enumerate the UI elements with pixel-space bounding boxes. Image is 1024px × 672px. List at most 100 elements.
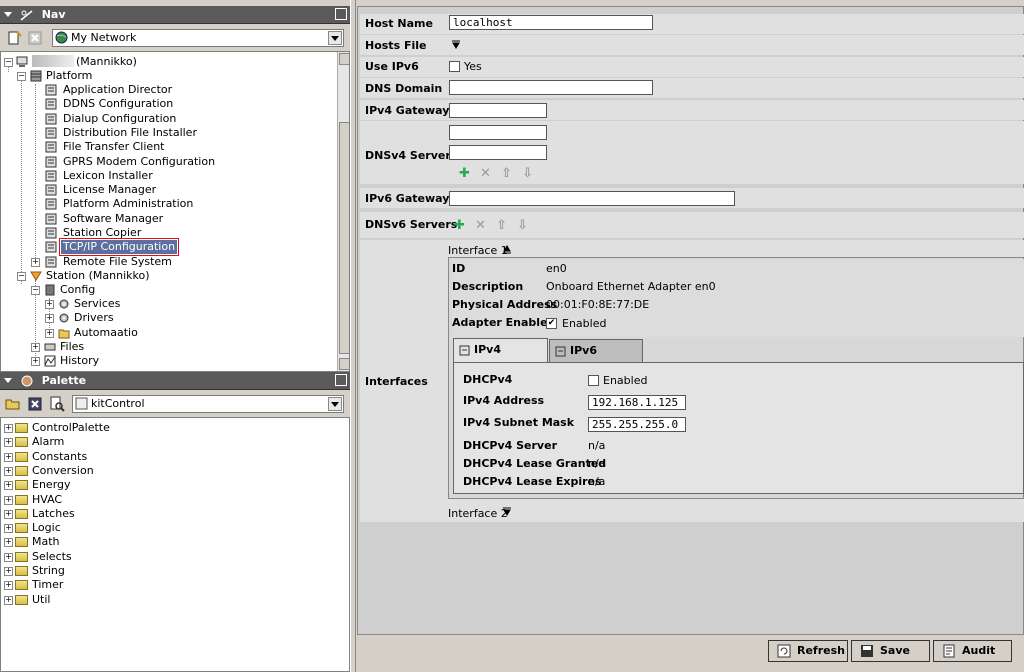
expand-toggle[interactable]: + (4, 581, 13, 591)
expand-toggle[interactable]: + (45, 314, 54, 324)
expand-toggle[interactable]: + (31, 357, 40, 366)
collapse-arrow-icon[interactable] (4, 12, 12, 17)
save-button[interactable]: Save (851, 640, 930, 662)
refresh-label: Refresh (797, 644, 845, 657)
delete-icon[interactable] (27, 30, 43, 46)
gear-icon (59, 313, 69, 323)
expand-down-icon[interactable] (451, 40, 461, 50)
interface2-label[interactable]: Interface 2 (448, 507, 508, 520)
audit-button[interactable]: Audit (933, 640, 1012, 662)
expand-toggle[interactable]: + (4, 538, 13, 548)
palette-header: Palette (0, 372, 350, 390)
folder-icon (15, 551, 28, 562)
expand-toggle[interactable]: + (4, 509, 13, 519)
dropdown-icon[interactable] (328, 397, 342, 411)
refresh-button[interactable]: Refresh (768, 640, 848, 662)
dropdown-icon[interactable] (328, 31, 342, 45)
expand-toggle[interactable]: + (4, 452, 13, 462)
expand-toggle[interactable]: + (4, 595, 13, 605)
collapse-toggle[interactable]: − (4, 58, 13, 67)
remove-icon[interactable]: ✕ (480, 166, 491, 181)
expand-toggle[interactable]: + (31, 257, 40, 267)
close-palette-icon[interactable] (27, 396, 43, 412)
host-name-input[interactable]: localhost (449, 15, 653, 30)
palette-folder-label: Logic (32, 521, 61, 535)
tree-node-label: Application Director (63, 83, 173, 96)
tree-node-label: Dialup Configuration (63, 111, 177, 125)
palette-folder-label: String (32, 564, 65, 577)
expand-toggle[interactable]: + (4, 481, 13, 491)
nav-scrollbar[interactable] (337, 52, 349, 371)
open-folder-icon[interactable] (5, 396, 21, 412)
dhcpv4-granted-value: n/a (588, 457, 606, 470)
collapse-toggle[interactable]: − (31, 286, 40, 295)
dns-domain-label: DNS Domain (365, 82, 443, 95)
collapse-arrow-icon[interactable] (4, 378, 12, 383)
palette-folder-label: Math (32, 535, 60, 549)
tree-node-label: Remote File System (63, 254, 172, 268)
adapter-enabled-label: Adapter Enabled (452, 316, 556, 329)
hosts-file-label: Hosts File (365, 39, 427, 52)
dhcpv4-checkbox[interactable] (588, 375, 599, 386)
expand-toggle[interactable]: + (4, 552, 13, 562)
tab-ipv4-settings[interactable]: IPv4 Settings (453, 338, 548, 378)
palette-folder-label: Conversion (32, 463, 94, 477)
expand-toggle[interactable]: + (4, 495, 13, 505)
use-ipv6-checkbox[interactable] (449, 61, 460, 72)
palette-folder-label: HVAC (32, 492, 63, 506)
dnsv4-server-input-1[interactable] (449, 125, 547, 140)
files-icon (44, 343, 56, 351)
move-up-icon[interactable]: ⇧ (501, 166, 512, 181)
description-label: Description (452, 280, 524, 293)
move-down-icon[interactable]: ⇩ (517, 218, 528, 233)
tree-node-label: GPRS Modem Configuration (63, 154, 216, 168)
expand-toggle[interactable]: + (45, 300, 54, 309)
ipv6-gateway-input[interactable] (449, 191, 735, 206)
expand-toggle[interactable]: + (4, 524, 13, 534)
nav-title: Nav (41, 8, 66, 21)
expand-toggle[interactable]: + (4, 466, 13, 476)
collapse-toggle[interactable]: − (17, 72, 26, 81)
add-icon[interactable]: ✚ (459, 166, 470, 181)
description-value: Onboard Ethernet Adapter en0 (546, 280, 716, 293)
collapse-toggle[interactable]: − (17, 272, 26, 281)
tree-node-label: Station Copier (63, 226, 142, 239)
ipv4-address-input[interactable]: 192.168.1.125 (588, 395, 686, 410)
use-ipv6-option: Yes (464, 60, 482, 73)
nav-combo[interactable]: My Network (52, 29, 344, 47)
folder-icon (15, 580, 28, 591)
expand-toggle[interactable]: + (45, 328, 54, 338)
interfaces-label: Interfaces (365, 375, 428, 388)
folder-icon (15, 465, 28, 476)
expand-toggle[interactable]: + (4, 438, 13, 448)
ipv4-mask-input[interactable]: 255.255.255.0 (588, 417, 686, 432)
palette-combo[interactable]: kitControl (72, 395, 344, 413)
remove-icon[interactable]: ✕ (475, 218, 486, 233)
new-icon[interactable] (6, 30, 22, 46)
dnsv4-server-input-2[interactable] (449, 145, 547, 160)
scroll-down-icon[interactable] (339, 358, 349, 370)
add-icon[interactable]: ✚ (454, 218, 465, 233)
move-down-icon[interactable]: ⇩ (522, 166, 533, 181)
dhcpv4-label: DHCPv4 (463, 373, 513, 386)
expand-toggle[interactable]: + (4, 567, 13, 576)
scroll-thumb[interactable] (339, 122, 349, 354)
adapter-enabled-checkbox[interactable]: ✔ (546, 318, 557, 329)
expand-toggle[interactable]: + (31, 343, 40, 352)
interface1-label[interactable]: Interface 1 (448, 244, 508, 257)
tab-ipv6-settings[interactable]: IPv6 Settings (549, 339, 643, 379)
folder-icon (15, 523, 28, 534)
split-divider[interactable] (350, 0, 356, 672)
collapse-up-icon[interactable] (502, 244, 512, 254)
maximize-icon[interactable] (335, 8, 347, 20)
expand-toggle[interactable]: + (4, 424, 13, 433)
expand-down-icon[interactable] (502, 507, 512, 517)
palette-folder-label: Util (32, 592, 51, 606)
find-icon[interactable] (49, 396, 65, 412)
dns-domain-input[interactable] (449, 80, 653, 95)
move-up-icon[interactable]: ⇧ (496, 218, 507, 233)
ipv4-gateway-input[interactable] (449, 103, 547, 118)
tree-node-label: Software Manager (63, 211, 164, 225)
maximize-icon[interactable] (335, 374, 347, 386)
scroll-up-icon[interactable] (339, 53, 349, 65)
